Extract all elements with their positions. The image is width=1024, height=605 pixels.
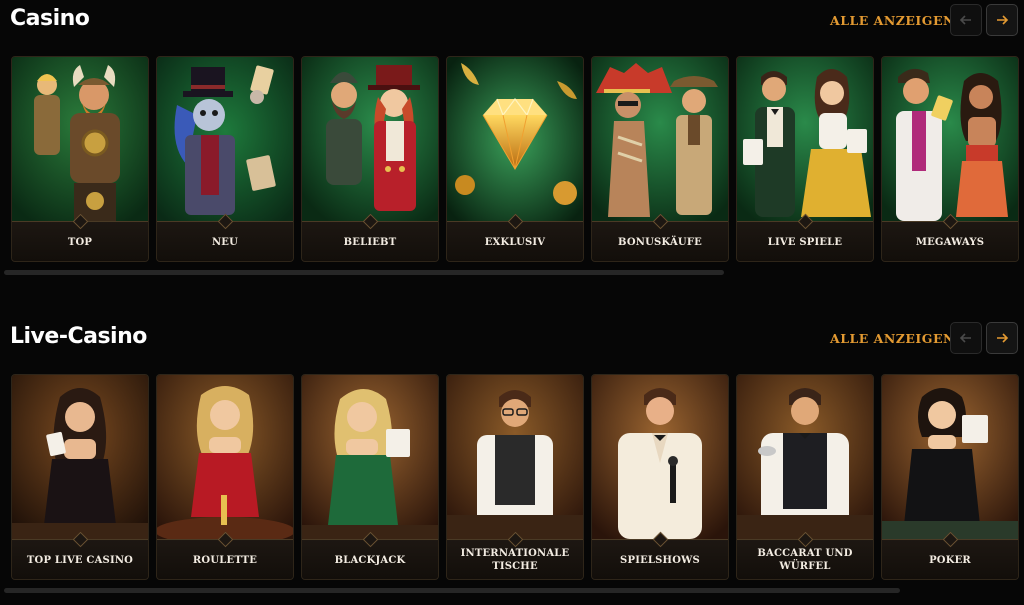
show-host-microphone-art bbox=[592, 375, 728, 539]
category-card-neu[interactable]: NEU bbox=[156, 56, 294, 262]
golden-diamond-art bbox=[447, 57, 583, 221]
live-casino-scrollbar[interactable] bbox=[4, 588, 900, 593]
category-card-exklusiv[interactable]: EXKLUSIV bbox=[446, 56, 584, 262]
card-footer: TOP bbox=[12, 221, 148, 261]
live-casino-prev-button[interactable] bbox=[950, 322, 982, 354]
card-footer: TOP LIVE CASINO bbox=[12, 539, 148, 579]
card-footer: BONUSKÄUFE bbox=[592, 221, 728, 261]
card-footer: MEGAWAYS bbox=[882, 221, 1018, 261]
baccarat-dealer-art bbox=[737, 375, 873, 539]
roulette-dealer-art bbox=[157, 375, 293, 539]
card-label: BLACKJACK bbox=[334, 554, 406, 566]
card-label: POKER bbox=[929, 554, 971, 566]
category-card-beliebt[interactable]: BELIEBT bbox=[301, 56, 439, 262]
category-card-poker[interactable]: POKER bbox=[881, 374, 1019, 580]
card-label: BACCARAT UND WÜRFEL bbox=[757, 548, 853, 572]
category-card-blackjack[interactable]: BLACKJACK bbox=[301, 374, 439, 580]
viking-warriors-art bbox=[12, 57, 148, 221]
aztec-warrior-explorer-art bbox=[592, 57, 728, 221]
casino-card-row: TOP NEU BELIEBT EXKLUSIV BONUSKÄUFE LIVE… bbox=[11, 56, 1024, 262]
card-footer: BELIEBT bbox=[302, 221, 438, 261]
casino-show-all-link[interactable]: ALLE ANZEIGEN bbox=[830, 13, 955, 28]
card-label: TOP bbox=[67, 236, 93, 248]
category-card-megaways[interactable]: MEGAWAYS bbox=[881, 56, 1019, 262]
card-label: SPIELSHOWS bbox=[620, 554, 700, 566]
card-footer: BACCARAT UND WÜRFEL bbox=[737, 539, 873, 579]
card-label: BONUSKÄUFE bbox=[618, 236, 702, 248]
dealer-woman-cards-art bbox=[12, 375, 148, 539]
card-label: INTERNATIONALE TISCHE bbox=[460, 548, 570, 572]
arrow-left-icon bbox=[959, 15, 971, 25]
card-label: BELIEBT bbox=[343, 236, 397, 248]
card-footer: EXKLUSIV bbox=[447, 221, 583, 261]
arrow-left-icon bbox=[959, 333, 971, 343]
dealer-couple-art bbox=[737, 57, 873, 221]
card-label: TOP LIVE CASINO bbox=[26, 554, 134, 566]
category-card-baccarat-und-wuerfel[interactable]: BACCARAT UND WÜRFEL bbox=[736, 374, 874, 580]
card-footer: BLACKJACK bbox=[302, 539, 438, 579]
category-card-roulette[interactable]: ROULETTE bbox=[156, 374, 294, 580]
casino-prev-button[interactable] bbox=[950, 4, 982, 36]
poker-dealer-art bbox=[882, 375, 1018, 539]
live-casino-show-all-link[interactable]: ALLE ANZEIGEN bbox=[830, 331, 955, 346]
card-label: ROULETTE bbox=[192, 554, 258, 566]
card-footer: ROULETTE bbox=[157, 539, 293, 579]
live-casino-title: Live-Casino bbox=[10, 324, 147, 349]
card-label: NEU bbox=[211, 236, 239, 248]
card-footer: NEU bbox=[157, 221, 293, 261]
category-card-internationale-tische[interactable]: INTERNATIONALE TISCHE bbox=[446, 374, 584, 580]
gnome-and-ringmaster-art bbox=[302, 57, 438, 221]
dealer-glasses-art bbox=[447, 375, 583, 539]
arrow-right-icon bbox=[997, 15, 1009, 25]
card-label: EXKLUSIV bbox=[484, 236, 546, 248]
card-footer: SPIELSHOWS bbox=[592, 539, 728, 579]
category-card-top[interactable]: TOP bbox=[11, 56, 149, 262]
category-card-spielshows[interactable]: SPIELSHOWS bbox=[591, 374, 729, 580]
card-footer: LIVE SPIELE bbox=[737, 221, 873, 261]
jester-and-princess-art bbox=[882, 57, 1018, 221]
card-footer: POKER bbox=[882, 539, 1018, 579]
card-label: MEGAWAYS bbox=[915, 236, 985, 248]
casino-next-button[interactable] bbox=[986, 4, 1018, 36]
casino-scrollbar[interactable] bbox=[4, 270, 724, 275]
casino-title: Casino bbox=[10, 6, 90, 31]
card-label: LIVE SPIELE bbox=[767, 236, 843, 248]
category-card-top-live-casino[interactable]: TOP LIVE CASINO bbox=[11, 374, 149, 580]
blackjack-dealer-art bbox=[302, 375, 438, 539]
live-casino-next-button[interactable] bbox=[986, 322, 1018, 354]
live-casino-card-row: TOP LIVE CASINO ROULETTE BLACKJACK INTER… bbox=[11, 374, 1024, 580]
category-card-bonuskaeufe[interactable]: BONUSKÄUFE bbox=[591, 56, 729, 262]
arrow-right-icon bbox=[997, 333, 1009, 343]
top-hat-skeleton-art bbox=[157, 57, 293, 221]
card-footer: INTERNATIONALE TISCHE bbox=[447, 539, 583, 579]
category-card-live-spiele[interactable]: LIVE SPIELE bbox=[736, 56, 874, 262]
